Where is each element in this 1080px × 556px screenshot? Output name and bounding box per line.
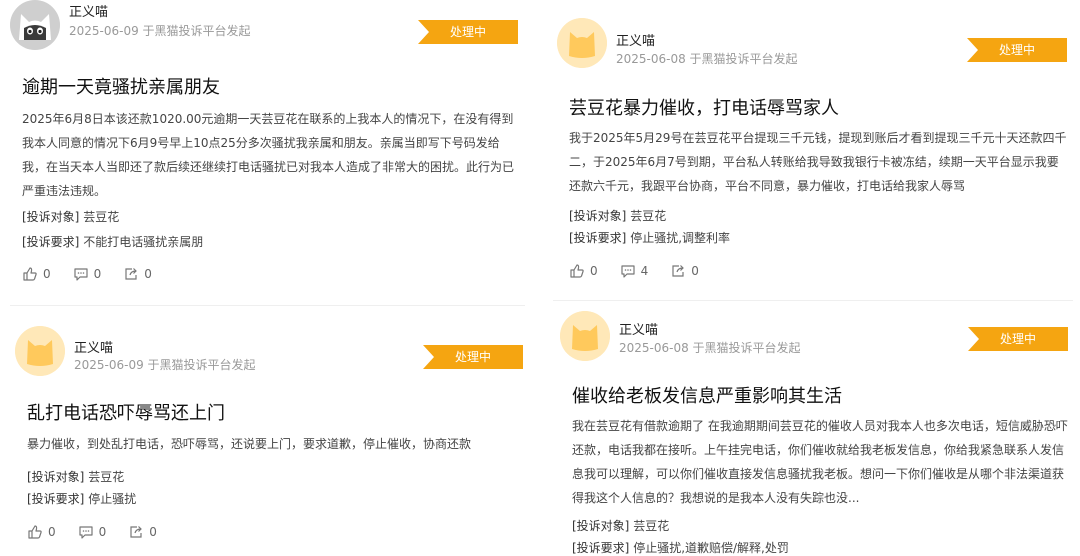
complaint-target: [投诉对象] 芸豆花 (572, 517, 669, 534)
demand-label: [投诉要求] (569, 231, 627, 245)
complaint-target: [投诉对象] 芸豆花 (569, 207, 666, 224)
avatar[interactable] (560, 311, 610, 361)
status-badge: 处理中 (423, 345, 523, 369)
target-value: 芸豆花 (633, 519, 670, 533)
comment-button[interactable]: 4 (620, 263, 649, 279)
target-label: [投诉对象] (27, 470, 85, 484)
username[interactable]: 正义喵 (69, 1, 108, 20)
demand-value: 不能打电话骚扰亲属朋 (83, 235, 204, 249)
share-icon (130, 526, 143, 538)
complaint-card[interactable]: 正义喵 2025-06-08 于黑猫投诉平台发起 处理中 芸豆花暴力催收，打电话… (557, 18, 1072, 288)
complaint-card[interactable]: 正义喵 2025-06-09 于黑猫投诉平台发起 处理中 乱打电话恐吓辱骂还上门… (15, 326, 530, 555)
share-button[interactable]: 0 (670, 263, 699, 279)
divider (10, 305, 525, 306)
status-badge: 处理中 (967, 38, 1067, 62)
avatar[interactable] (15, 326, 65, 376)
like-count: 0 (48, 525, 56, 539)
action-bar: 0 0 0 (22, 266, 152, 282)
comment-count: 0 (98, 525, 107, 539)
action-bar: 0 4 0 (569, 263, 699, 279)
post-meta: 2025-06-09 于黑猫投诉平台发起 (69, 24, 251, 38)
demand-value: 停止骚扰 (88, 492, 137, 506)
demand-value: 停止骚扰,调整利率 (630, 231, 731, 245)
thumbs-up-icon (570, 264, 584, 278)
cat-avatar-icon (557, 18, 607, 68)
like-button[interactable]: 0 (27, 524, 56, 540)
target-label: [投诉对象] (569, 209, 627, 223)
username[interactable]: 正义喵 (616, 30, 655, 49)
username[interactable]: 正义喵 (74, 337, 113, 356)
complaint-demand: [投诉要求] 停止骚扰,道歉赔偿/解释,处罚 (572, 539, 789, 556)
complaint-title[interactable]: 逾期一天竟骚扰亲属朋友 (22, 73, 220, 99)
like-button[interactable]: 0 (569, 263, 598, 279)
share-button[interactable]: 0 (123, 266, 152, 282)
target-value: 芸豆花 (630, 209, 667, 223)
status-badge: 处理中 (418, 20, 518, 44)
divider (553, 300, 1073, 301)
action-bar: 0 0 0 (27, 524, 157, 540)
complaint-body: 2025年6月8日本该还款1020.00元逾期一天芸豆花在联系的上我本人的情况下… (22, 112, 515, 198)
comment-button[interactable]: 0 (73, 266, 102, 282)
complaint-title[interactable]: 芸豆花暴力催收，打电话辱骂家人 (569, 94, 839, 120)
post-meta: 2025-06-08 于黑猫投诉平台发起 (616, 52, 798, 66)
share-count: 0 (144, 267, 152, 281)
target-value: 芸豆花 (83, 210, 120, 224)
demand-label: [投诉要求] (22, 235, 80, 249)
comment-button[interactable]: 0 (78, 524, 107, 540)
cat-avatar-icon (15, 326, 65, 376)
complaint-body: 暴力催收，到处乱打电话，恐吓辱骂，还说要上门，要求道歉，停止催收，协商还款 (27, 437, 472, 451)
complaint-body: 我在芸豆花有借款逾期了 在我逾期期间芸豆花的催收人员对我本人也多次电话，短信威胁… (572, 419, 1068, 505)
thumbs-up-icon (23, 267, 37, 281)
complaint-demand: [投诉要求] 不能打电话骚扰亲属朋 (22, 233, 203, 250)
post-meta: 2025-06-09 于黑猫投诉平台发起 (74, 358, 256, 372)
complaint-target: [投诉对象] 芸豆花 (27, 468, 124, 485)
like-count: 0 (590, 264, 598, 278)
cat-avatar-icon (560, 311, 610, 361)
comment-icon (79, 526, 93, 539)
cat-avatar-icon (10, 0, 60, 50)
target-value: 芸豆花 (88, 470, 125, 484)
complaint-card[interactable]: 正义喵 2025-06-09 于黑猫投诉平台发起 处理中 逾期一天竟骚扰亲属朋友… (10, 0, 530, 300)
post-meta: 2025-06-08 于黑猫投诉平台发起 (619, 341, 801, 355)
avatar[interactable] (557, 18, 607, 68)
complaint-target: [投诉对象] 芸豆花 (22, 208, 119, 225)
demand-value: 停止骚扰,道歉赔偿/解释,处罚 (633, 541, 789, 555)
share-count: 0 (149, 525, 157, 539)
target-label: [投诉对象] (22, 210, 80, 224)
status-badge: 处理中 (968, 327, 1068, 351)
demand-label: [投诉要求] (572, 541, 630, 555)
comment-icon (74, 268, 88, 281)
like-button[interactable]: 0 (22, 266, 51, 282)
complaint-title[interactable]: 乱打电话恐吓辱骂还上门 (27, 399, 225, 425)
share-button[interactable]: 0 (128, 524, 157, 540)
like-count: 0 (43, 267, 51, 281)
comment-count: 0 (93, 267, 102, 281)
thumbs-up-icon (28, 525, 42, 539)
share-count: 0 (691, 264, 699, 278)
share-icon (672, 265, 685, 277)
complaint-demand: [投诉要求] 停止骚扰 (27, 490, 136, 507)
complaint-body: 我于2025年5月29号在芸豆花平台提现三千元钱，提现到账后才看到提现三千元十天… (569, 131, 1067, 193)
username[interactable]: 正义喵 (619, 319, 658, 338)
complaint-card[interactable]: 正义喵 2025-06-08 于黑猫投诉平台发起 处理中 催收给老板发信息严重影… (560, 311, 1075, 555)
share-icon (125, 268, 138, 280)
demand-label: [投诉要求] (27, 492, 85, 506)
complaint-title[interactable]: 催收给老板发信息严重影响其生活 (572, 382, 842, 408)
avatar[interactable] (10, 0, 60, 50)
target-label: [投诉对象] (572, 519, 630, 533)
comment-icon (621, 265, 635, 278)
complaint-demand: [投诉要求] 停止骚扰,调整利率 (569, 229, 730, 246)
comment-count: 4 (640, 264, 649, 278)
